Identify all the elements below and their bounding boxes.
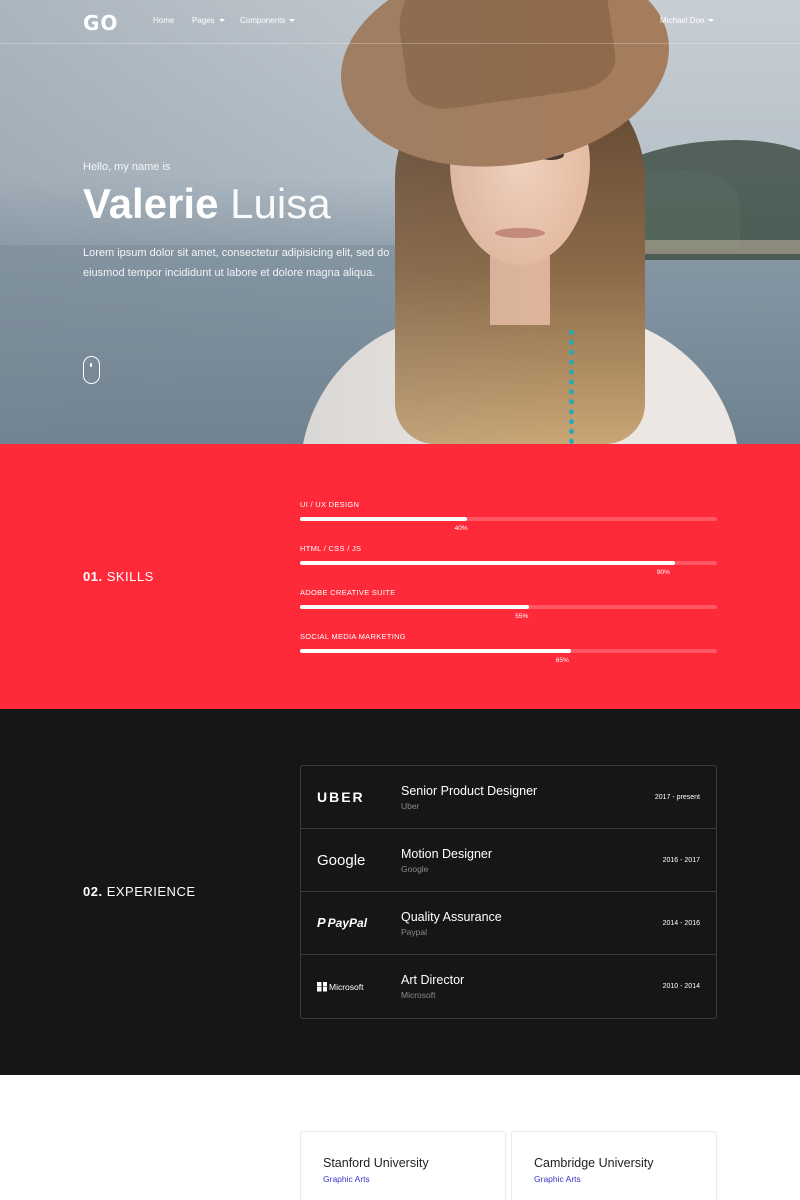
hero-greeting: Hello, my name is [83,161,171,173]
skill-progress-track [300,649,717,653]
experience-item-microsoft[interactable]: Microsoft Art Director Microsoft 2010 - … [301,955,716,1018]
school-name: Stanford University [323,1156,429,1170]
skill-percent: 90% [656,569,670,576]
brand-logo[interactable]: GO [83,11,118,35]
top-nav: GO Home Pages Components Michael Doe [0,0,800,44]
job-company: Google [401,864,429,874]
skill-label: UI / UX DESIGN [300,500,360,509]
job-role: Motion Designer [401,847,493,861]
school-name: Cambridge University [534,1156,654,1170]
chevron-down-icon [289,19,296,23]
section-title-skills: 01. SKILLS [83,569,154,584]
job-company: Uber [401,801,420,811]
degree-link[interactable]: Graphic Arts [323,1174,370,1184]
job-role: Art Director [401,973,465,987]
skill-label: ADOBE CREATIVE SUITE [300,588,396,597]
hero-section: GO Home Pages Components Michael Doe Hel… [0,0,800,444]
skill-label: SOCIAL MEDIA MARKETING [300,632,406,641]
experience-item-uber[interactable]: UBER Senior Product Designer Uber 2017 -… [301,766,716,829]
nav-link-components[interactable]: Components [240,16,296,25]
education-section: Stanford University Graphic Arts Cambrid… [0,1075,800,1200]
paypal-logo: P PayPal [317,915,368,930]
education-card[interactable]: Stanford University Graphic Arts [300,1131,506,1200]
hero-intro: Lorem ipsum dolor sit amet, consectetur … [83,247,390,279]
job-company: Paypal [401,927,427,937]
chevron-down-icon [218,19,225,23]
skill-percent: 55% [515,613,529,620]
skill-percent: 40% [454,525,468,532]
chevron-down-icon [708,19,715,23]
paypal-p-icon: P [317,915,326,930]
experience-item-google[interactable]: Google Motion Designer Google 2016 - 201… [301,829,716,892]
skill-progress-fill [300,649,572,653]
windows-icon [317,981,327,992]
skill-label: HTML / CSS / JS [300,544,362,553]
skill-progress-fill [300,605,530,609]
skill-progress-fill [300,517,467,521]
job-role: Quality Assurance [401,910,502,924]
skill-percent: 65% [555,657,569,664]
scroll-down-icon[interactable] [83,356,100,384]
nav-link-home[interactable]: Home [153,16,174,25]
degree-link[interactable]: Graphic Arts [534,1174,581,1184]
job-role: Senior Product Designer [401,784,538,798]
skill-progress-track [300,561,717,565]
job-years: 2010 - 2014 [662,983,700,990]
job-years: 2014 - 2016 [662,920,700,927]
microsoft-logo: Microsoft [317,981,363,992]
skills-section: 01. SKILLS UI / UX DESIGN 40% HTML / CSS… [0,444,800,709]
experience-section: 02. EXPERIENCE UBER Senior Product Desig… [0,709,800,1075]
job-company: Microsoft [401,990,436,1000]
skill-item: SOCIAL MEDIA MARKETING 65% [300,632,717,672]
hero-name: Valerie Luisa [83,180,331,227]
uber-logo: UBER [317,789,365,805]
skill-item: ADOBE CREATIVE SUITE 55% [300,588,717,628]
section-title-experience: 02. EXPERIENCE [83,884,196,899]
job-years: 2017 - present [654,794,700,801]
nav-link-pages[interactable]: Pages [192,16,225,25]
skill-progress-fill [300,561,676,565]
user-menu[interactable]: Michael Doe [660,16,715,25]
google-logo: Google [317,852,366,869]
skill-progress-track [300,517,717,521]
education-card[interactable]: Cambridge University Graphic Arts [511,1131,717,1200]
skill-item: HTML / CSS / JS 90% [300,544,717,584]
experience-item-paypal[interactable]: P PayPal Quality Assurance Paypal 2014 - … [301,892,716,955]
experience-list: UBER Senior Product Designer Uber 2017 -… [300,765,717,1019]
skill-progress-track [300,605,717,609]
skill-item: UI / UX DESIGN 40% [300,500,717,540]
job-years: 2016 - 2017 [662,857,700,864]
